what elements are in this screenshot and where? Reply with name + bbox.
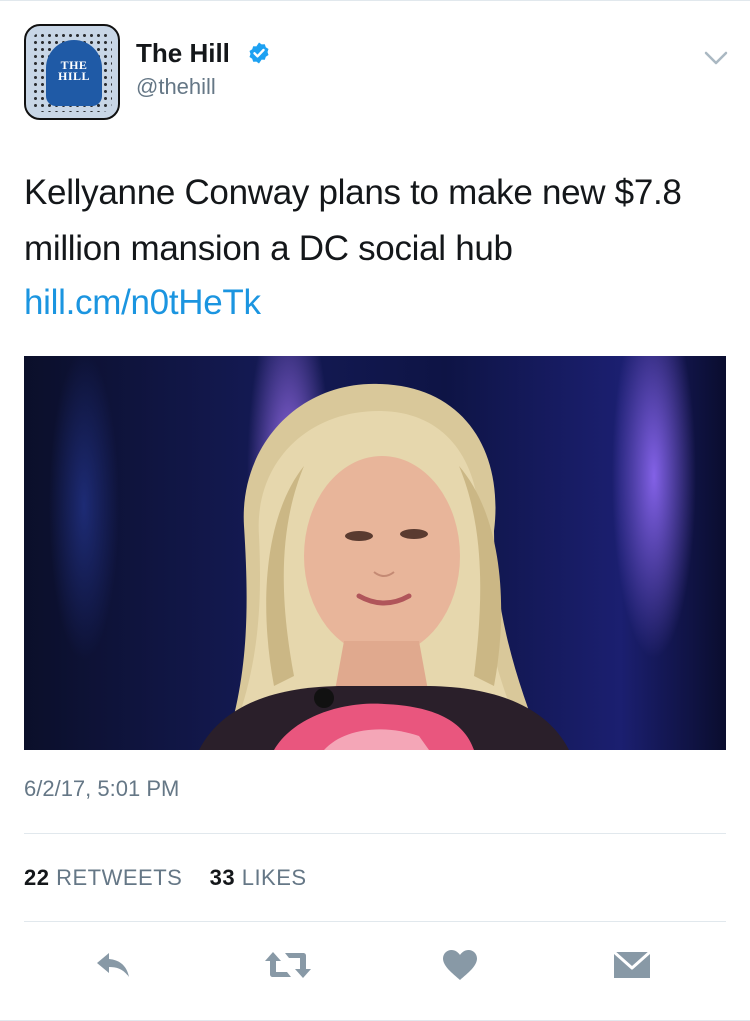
tweet-link[interactable]: hill.cm/n0tHeTk [24,277,261,329]
retweets-stat[interactable]: 22 RETWEETS [24,865,189,890]
retweet-button[interactable] [264,945,312,985]
divider [24,833,726,834]
verified-badge-icon [249,42,269,64]
retweet-icon [265,952,311,978]
account-name[interactable]: The Hill [136,38,230,69]
portrait-illustration [199,383,569,750]
like-button[interactable] [440,945,480,985]
heart-icon [443,950,477,980]
tweet-detail: THE HILL The Hill @thehill Kellyanne Con… [0,0,750,1021]
divider [24,921,726,922]
likes-count: 33 [209,865,236,890]
reply-icon [97,953,129,977]
likes-stat[interactable]: 33 LIKES [210,865,307,890]
ghost-logo-icon: THE HILL [46,40,102,106]
message-button[interactable] [612,945,652,985]
tweet-timestamp: 6/2/17, 5:01 PM [24,776,180,801]
engagement-stats: 22 RETWEETS 33 LIKES [24,865,307,891]
envelope-icon [613,950,651,978]
tweet-photo[interactable] [24,356,726,750]
reply-button[interactable] [94,945,134,985]
account-handle[interactable]: @thehill [136,74,216,100]
likes-label: LIKES [241,865,307,890]
profile-avatar[interactable]: THE HILL [24,24,120,120]
chevron-down-icon[interactable] [703,49,729,67]
avatar-logo-text-2: HILL [57,69,90,83]
tweet-text: Kellyanne Conway plans to make new $7.8 … [24,173,682,268]
retweets-count: 22 [24,865,50,890]
retweets-label: RETWEETS [56,865,183,890]
